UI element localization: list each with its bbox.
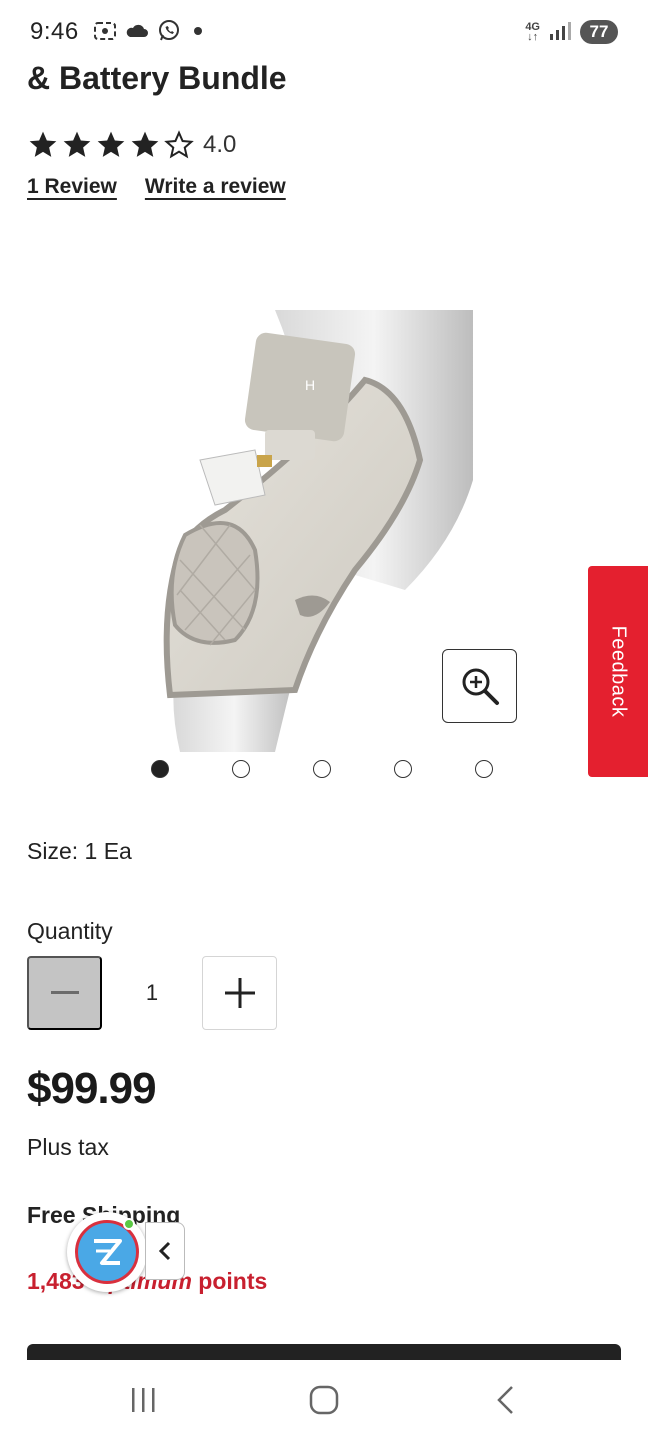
chevron-left-icon — [158, 1241, 171, 1261]
quantity-label: Quantity — [27, 918, 113, 944]
zoom-in-icon — [462, 668, 499, 705]
rating-value: 4.0 — [203, 131, 237, 158]
home-button[interactable] — [294, 1380, 354, 1420]
notification-dot — [194, 27, 202, 35]
quantity-decrease-button[interactable] — [27, 956, 102, 1030]
navigation-bar — [0, 1360, 648, 1440]
carousel-dot[interactable] — [232, 760, 250, 778]
size-text: Size: 1 Ea — [27, 838, 132, 864]
star-empty-icon — [164, 130, 194, 159]
network-label: 4G — [525, 21, 540, 33]
carousel-dot[interactable] — [313, 760, 331, 778]
review-links: 1 Review Write a review — [27, 175, 286, 199]
recent-apps-icon — [132, 1388, 155, 1412]
svg-text:H: H — [305, 377, 315, 393]
minus-icon — [50, 991, 79, 994]
bubble-collapse-button[interactable] — [145, 1222, 185, 1280]
carousel-dot[interactable] — [151, 760, 169, 778]
recent-apps-button[interactable] — [113, 1380, 173, 1420]
star-filled-icon — [29, 131, 57, 157]
status-time: 9:46 — [30, 18, 79, 45]
star-filled-icon — [63, 131, 91, 157]
status-icons-left — [92, 18, 202, 44]
battery-level: 77 — [589, 22, 609, 41]
carousel-dots — [151, 760, 493, 778]
quantity-value[interactable]: 1 — [102, 956, 202, 1030]
knee-brace-image[interactable]: H — [155, 310, 475, 752]
network-4g-icon: 4G ↓↑ — [525, 21, 540, 43]
status-bar: 9:46 4G ↓↑ 77 — [0, 0, 648, 64]
screenshot-icon — [94, 22, 116, 40]
carousel-dot[interactable] — [475, 760, 493, 778]
reviews-link[interactable]: 1 Review — [27, 175, 117, 199]
feedback-label: Feedback — [607, 625, 630, 718]
whatsapp-icon — [159, 20, 179, 41]
write-review-link[interactable]: Write a review — [145, 175, 286, 199]
home-icon — [309, 1385, 339, 1415]
star-filled-icon — [97, 131, 125, 157]
status-right: 4G ↓↑ 77 — [525, 20, 618, 44]
add-to-cart-button[interactable] — [27, 1344, 621, 1360]
cloud-icon — [126, 24, 148, 37]
online-status-dot — [123, 1218, 135, 1230]
rating-stars — [27, 129, 195, 161]
back-button[interactable] — [476, 1380, 536, 1420]
signal-icon — [550, 22, 571, 40]
tax-note: Plus tax — [27, 1134, 109, 1160]
back-icon — [497, 1386, 513, 1414]
assistant-bubble[interactable] — [67, 1212, 147, 1292]
price: $99.99 — [27, 1064, 157, 1113]
rating-row: 4.0 — [27, 129, 236, 161]
plus-icon — [224, 978, 255, 1008]
carousel-dot[interactable] — [394, 760, 412, 778]
feedback-tab[interactable]: Feedback — [588, 566, 648, 777]
star-filled-icon — [131, 131, 159, 157]
zoom-button[interactable] — [442, 649, 517, 723]
battery-icon: 77 — [580, 20, 618, 44]
product-title: & Battery Bundle — [27, 60, 287, 96]
points-suffix: points — [198, 1268, 268, 1294]
quantity-increase-button[interactable] — [202, 956, 277, 1030]
